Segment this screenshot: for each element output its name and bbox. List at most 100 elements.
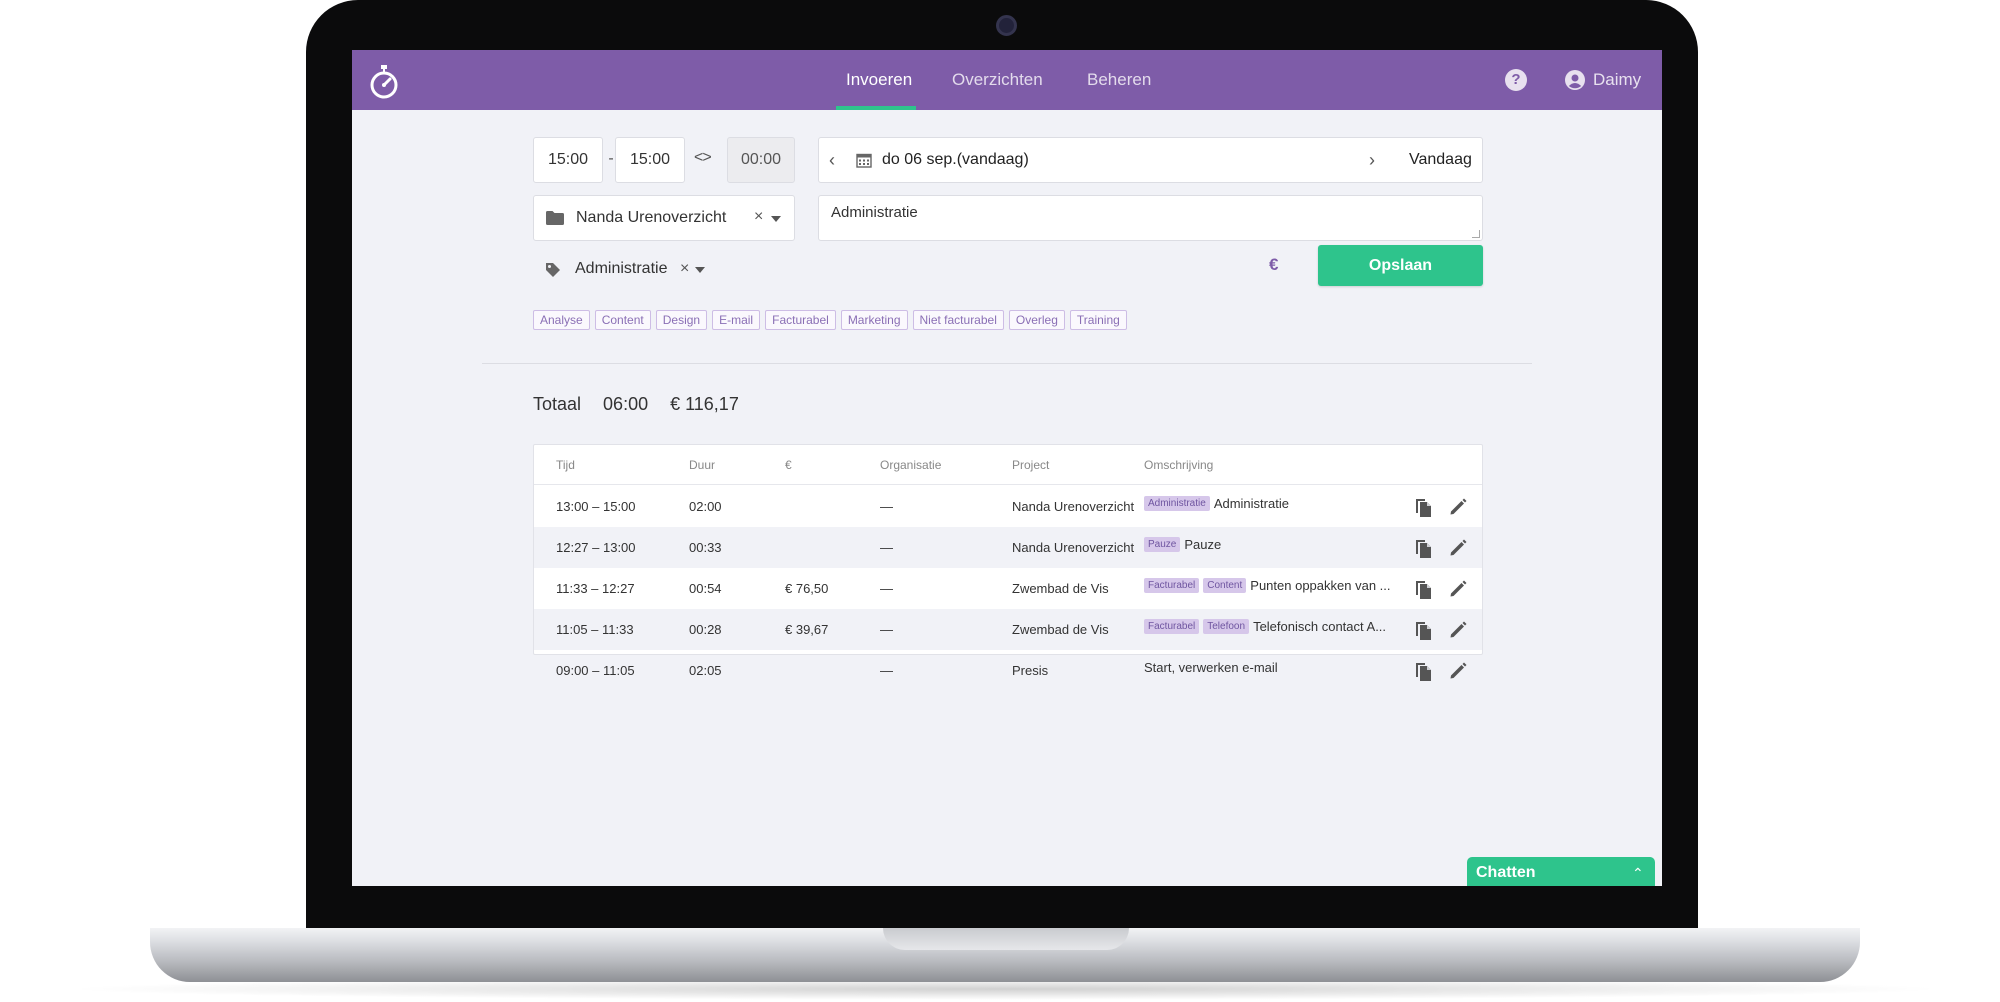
edit-pencil-icon[interactable] xyxy=(1448,661,1468,681)
entry-description: Administratie Administratie xyxy=(1144,496,1399,511)
selected-tag: Administratie xyxy=(575,260,668,277)
entry-duration: 02:00 xyxy=(689,499,722,514)
edit-pencil-icon[interactable] xyxy=(1448,538,1468,558)
tag-chip-design[interactable]: Design xyxy=(655,310,708,330)
table-row[interactable]: 09:00 – 11:05 02:05 — Presis Start, verwerke… xyxy=(534,650,1482,691)
active-tab-indicator xyxy=(836,106,916,110)
column-header-project: Project xyxy=(1012,458,1050,472)
entry-organisation: — xyxy=(880,499,893,514)
entry-organisation: — xyxy=(880,581,893,596)
swap-times-icon[interactable]: <> xyxy=(694,149,712,167)
tab-beheren[interactable]: Beheren xyxy=(1087,70,1151,90)
today-button[interactable]: Vandaag xyxy=(1409,151,1472,169)
user-name: Daimy xyxy=(1593,70,1642,89)
entry-tag-badge: Administratie xyxy=(1144,496,1210,511)
entry-time: 12:27 – 13:00 xyxy=(556,540,636,555)
selected-project: Nanda Urenoverzicht xyxy=(576,209,727,226)
entry-time: 11:33 – 12:27 xyxy=(556,581,635,596)
tag-chip-facturabel[interactable]: Facturabel xyxy=(765,310,836,330)
entry-tag-badge: Facturabel xyxy=(1144,619,1200,634)
tag-icon xyxy=(546,263,560,277)
end-time-input[interactable]: 15:00 xyxy=(615,137,685,183)
tag-chip-overleg[interactable]: Overleg xyxy=(1008,310,1065,330)
chevron-right-icon[interactable]: › xyxy=(1369,150,1375,171)
selected-date: do 06 sep.(vandaag) xyxy=(882,151,1029,168)
column-header-organisatie: Organisatie xyxy=(880,458,942,472)
column-header-duur: Duur xyxy=(689,458,716,472)
entry-tag-badge: Content xyxy=(1203,578,1247,593)
entry-amount: € 39,67 xyxy=(785,622,829,637)
clear-tag-icon[interactable]: × xyxy=(680,260,689,278)
copy-icon[interactable] xyxy=(1413,496,1433,518)
tag-chip-training[interactable]: Training xyxy=(1069,310,1127,330)
total-duration: 06:00 xyxy=(603,394,649,414)
top-navigation-bar: Invoeren Overzichten Beheren ? Daimy xyxy=(352,50,1662,110)
chevron-down-icon[interactable] xyxy=(771,216,781,222)
chat-label: Chatten xyxy=(1476,864,1536,881)
entry-project: Zwembad de Vis xyxy=(1012,622,1109,637)
copy-icon[interactable] xyxy=(1413,660,1433,682)
entry-organisation: — xyxy=(880,663,893,678)
edit-pencil-icon[interactable] xyxy=(1448,497,1468,517)
entry-tag-badge: Telefoon xyxy=(1203,619,1250,634)
date-picker: ‹ do 06 sep.(vandaag) › Vandaag xyxy=(818,137,1483,183)
chevron-down-icon[interactable] xyxy=(695,267,705,273)
entry-project: Nanda Urenoverzicht xyxy=(1012,499,1135,514)
table-row[interactable]: 13:00 – 15:00 02:00 — Nanda Urenoverzicht Ad… xyxy=(534,486,1482,527)
tag-chip-content[interactable]: Content xyxy=(594,310,651,330)
project-select[interactable]: Nanda Urenoverzicht × xyxy=(533,195,795,241)
entry-amount: € 76,50 xyxy=(785,581,829,596)
chat-widget[interactable]: Chatten ⌃ xyxy=(1467,857,1655,886)
user-menu[interactable]: Daimy xyxy=(1565,68,1641,92)
user-avatar-icon xyxy=(1565,70,1585,90)
entry-organisation: — xyxy=(880,540,893,555)
entry-project: Nanda Urenoverzicht xyxy=(1012,540,1135,555)
totals-label: Totaal xyxy=(533,394,582,414)
chevron-up-icon[interactable]: ⌃ xyxy=(1632,865,1644,882)
duration-field[interactable]: 00:00 xyxy=(727,137,795,183)
start-time-input[interactable]: 15:00 xyxy=(533,137,603,183)
entry-time: 09:00 – 11:05 xyxy=(556,663,635,678)
entry-duration: 00:54 xyxy=(689,581,722,596)
chevron-left-icon[interactable]: ‹ xyxy=(829,150,835,171)
tag-chip-niet-facturabel[interactable]: Niet facturabel xyxy=(912,310,1004,330)
clear-project-icon[interactable]: × xyxy=(754,208,763,226)
entry-duration: 02:05 xyxy=(689,663,722,678)
resize-handle[interactable] xyxy=(1472,230,1480,238)
edit-pencil-icon[interactable] xyxy=(1448,620,1468,640)
quick-tags: Analyse Content Design E-mail Facturabel… xyxy=(533,310,1127,330)
copy-icon[interactable] xyxy=(1413,578,1433,600)
tag-chip-email[interactable]: E-mail xyxy=(712,310,761,330)
help-icon[interactable]: ? xyxy=(1505,69,1527,91)
entry-description-text: Start, verwerken e-mail xyxy=(1144,660,1278,675)
entry-time: 13:00 – 15:00 xyxy=(556,499,636,514)
entry-description: Pauze Pauze xyxy=(1144,537,1399,552)
tag-select[interactable]: Administratie × xyxy=(533,255,713,285)
folder-icon xyxy=(546,211,564,225)
table-row[interactable]: 12:27 – 13:00 00:33 — Nanda Urenoverzicht Pa… xyxy=(534,527,1482,568)
app-screen: Invoeren Overzichten Beheren ? Daimy 15:… xyxy=(352,50,1662,886)
edit-pencil-icon[interactable] xyxy=(1448,579,1468,599)
table-row[interactable]: 11:05 – 11:33 00:28 € 39,67 — Zwembad de Vis… xyxy=(534,609,1482,650)
save-button[interactable]: Opslaan xyxy=(1318,245,1483,286)
tab-invoeren[interactable]: Invoeren xyxy=(846,70,912,90)
tag-chip-marketing[interactable]: Marketing xyxy=(840,310,908,330)
tab-overzichten[interactable]: Overzichten xyxy=(952,70,1043,90)
entry-duration: 00:33 xyxy=(689,540,722,555)
totals-summary: Totaal 06:00 € 116,17 xyxy=(533,394,761,415)
entry-organisation: — xyxy=(880,622,893,637)
description-value: Administratie xyxy=(831,204,918,221)
entry-description-text: Administratie xyxy=(1213,496,1289,511)
column-header-euro: € xyxy=(785,458,792,472)
calendar-icon[interactable] xyxy=(856,152,872,168)
table-row[interactable]: 11:33 – 12:27 00:54 € 76,50 — Zwembad de Vis… xyxy=(534,568,1482,609)
table-header: Tijd Duur € Organisatie Project Omschrij… xyxy=(534,445,1482,485)
entry-description-text: Telefonisch contact A... xyxy=(1253,619,1387,634)
tag-chip-analyse[interactable]: Analyse xyxy=(533,310,590,330)
entry-description: Start, verwerken e-mail xyxy=(1144,660,1399,675)
main-nav: Invoeren Overzichten Beheren xyxy=(352,50,1662,110)
billable-euro-toggle[interactable]: € xyxy=(1269,255,1278,275)
description-textarea[interactable]: Administratie xyxy=(818,195,1483,241)
copy-icon[interactable] xyxy=(1413,619,1433,641)
copy-icon[interactable] xyxy=(1413,537,1433,559)
